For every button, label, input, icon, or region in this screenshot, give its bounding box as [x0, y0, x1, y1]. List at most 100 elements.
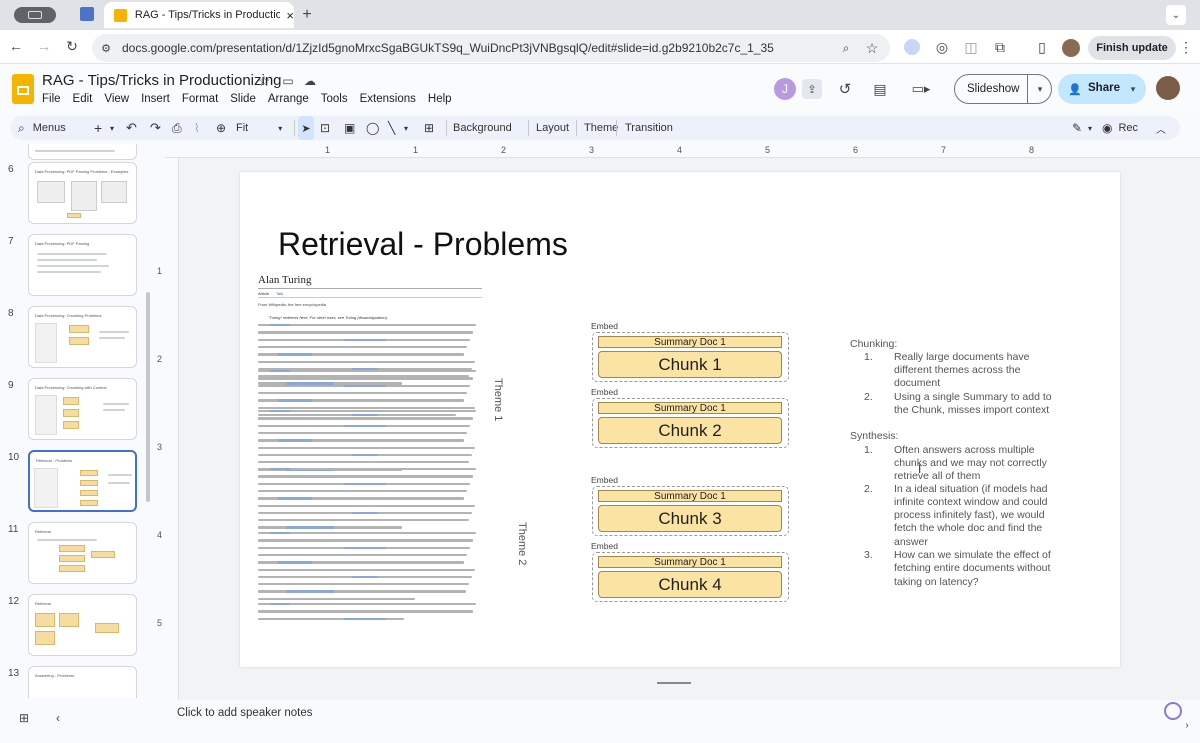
share-button[interactable]: Share	[1088, 82, 1120, 94]
cloud-status-icon[interactable]: ☁	[302, 73, 318, 89]
account-avatar[interactable]	[1156, 76, 1180, 100]
comments-icon[interactable]: ▤	[870, 79, 890, 99]
move-folder-icon[interactable]: ▭	[280, 73, 296, 89]
wiki-text-line	[258, 553, 467, 557]
textbox-icon[interactable]: ⊡	[320, 116, 330, 140]
rec-button[interactable]: ◉ Rec	[1102, 116, 1138, 140]
slide-thumb-13[interactable]: Answering - Problems	[28, 666, 137, 698]
extension2-icon[interactable]: ◎	[934, 39, 950, 55]
doc-title[interactable]: RAG - Tips/Tricks in Productionizing	[42, 72, 282, 89]
profile-switcher-icon[interactable]	[14, 7, 56, 23]
ruler-h-label: 3	[589, 145, 595, 155]
menu-slide[interactable]: Slide	[230, 93, 256, 105]
slide-thumb-7[interactable]: Data Processing: PDF Parsing	[28, 234, 137, 296]
wiki-text-line	[258, 597, 415, 601]
theme-button[interactable]: Theme	[584, 116, 618, 140]
url-field[interactable]: ⚙ docs.google.com/presentation/d/1ZjzId5…	[92, 34, 890, 62]
notes-resize-handle[interactable]	[657, 682, 691, 684]
image-icon[interactable]: ▣	[344, 116, 355, 140]
chunk-group-3[interactable]: Summary Doc 1 Chunk 3	[592, 486, 789, 536]
meet-icon[interactable]: ▭▸	[906, 79, 936, 99]
chunk-box: Chunk 1	[598, 351, 782, 378]
side-panel-icon[interactable]: ▯	[1034, 39, 1050, 55]
present-to-meet-icon[interactable]: ⇪	[802, 79, 822, 99]
zoom-select[interactable]: Fit ▾	[236, 116, 282, 140]
tab-favicon-icon[interactable]	[80, 7, 94, 21]
new-slide-dropdown-icon[interactable]: ▾	[110, 116, 114, 140]
paint-format-icon[interactable]: ⌇	[194, 116, 200, 140]
chunk-group-2[interactable]: Summary Doc 1 Chunk 2	[592, 398, 789, 448]
back-icon[interactable]: ←	[8, 38, 24, 54]
bookmark-star-icon[interactable]: ☆	[864, 40, 880, 56]
reload-icon[interactable]: ↻	[64, 38, 80, 54]
shape-icon[interactable]: ◯	[366, 116, 379, 140]
chunking-item-2-line2: the Chunk, misses import context	[894, 404, 1050, 416]
pen-dropdown-icon[interactable]: ▾	[1088, 116, 1092, 140]
embed-label: Embed	[591, 475, 618, 485]
menu-help[interactable]: Help	[428, 93, 452, 105]
zoom-icon[interactable]: ⌕	[838, 40, 854, 56]
menu-format[interactable]: Format	[182, 93, 218, 105]
chunk-box: Chunk 3	[598, 505, 782, 532]
new-tab-icon[interactable]: +	[298, 6, 316, 24]
collapse-filmstrip-icon[interactable]: ‹	[50, 710, 66, 726]
share-dropdown-icon[interactable]: ▾	[1126, 82, 1140, 96]
slide-thumb-10-selected[interactable]: Retrieval - Problems	[28, 450, 137, 512]
browser-menu-icon[interactable]: ⋮	[1179, 38, 1193, 56]
expand-side-panel-icon[interactable]: ›	[1180, 718, 1194, 732]
synthesis-item-2-line1: In a ideal situation (if models had	[894, 483, 1048, 495]
slide-thumb-5[interactable]	[28, 144, 137, 160]
slides-logo-icon[interactable]	[12, 74, 34, 104]
new-slide-icon[interactable]: +	[94, 116, 102, 140]
search-menus[interactable]: ⌕ Menus	[18, 116, 66, 140]
extension3-icon[interactable]: ◫	[963, 39, 979, 55]
comment-add-icon[interactable]: ⊞	[424, 116, 434, 140]
menu-view[interactable]: View	[104, 93, 129, 105]
extensions-puzzle-icon[interactable]: ⧉	[992, 39, 1008, 55]
browser-avatar[interactable]	[1062, 39, 1080, 57]
forward-icon[interactable]: →	[36, 38, 52, 54]
slide-title[interactable]: Retrieval - Problems	[278, 226, 568, 263]
background-button[interactable]: Background	[453, 116, 512, 140]
pen-icon[interactable]: ✎	[1072, 116, 1082, 140]
slide-thumb-11[interactable]: Retrieval	[28, 522, 137, 584]
slideshow-dropdown-icon[interactable]: ▾	[1033, 82, 1047, 96]
star-icon[interactable]: ☆	[256, 73, 272, 89]
zoom-icon[interactable]: ⊕	[216, 116, 226, 140]
chunk-group-4[interactable]: Summary Doc 1 Chunk 4	[592, 552, 789, 602]
slide-thumb-8[interactable]: Data Processing: Chunking Problems	[28, 306, 137, 368]
collapse-toolbar-icon[interactable]: ︿	[1156, 116, 1166, 140]
browser-tab-active[interactable]: RAG - Tips/Tricks in Productio ×	[104, 2, 294, 28]
menu-insert[interactable]: Insert	[141, 93, 170, 105]
print-icon[interactable]: ⎙	[172, 116, 182, 140]
speaker-notes[interactable]: Click to add speaker notes	[165, 700, 1200, 743]
divider	[294, 120, 295, 136]
line-icon[interactable]: ╲	[388, 116, 395, 140]
slide-thumb-6[interactable]: Data Processing: PDF Parsing Problems - …	[28, 162, 137, 224]
collaborator-avatar[interactable]: J	[774, 78, 796, 100]
close-tab-icon[interactable]: ×	[286, 8, 294, 23]
menu-file[interactable]: File	[42, 93, 61, 105]
filmstrip-scrollbar[interactable]	[146, 292, 150, 502]
slide-thumb-9[interactable]: Data Processing: Chunking with Context	[28, 378, 137, 440]
grid-view-icon[interactable]: ⊞	[16, 710, 32, 726]
slide-thumb-12[interactable]: Retrieval	[28, 594, 137, 656]
divider	[258, 297, 482, 298]
redo-icon[interactable]: ↷	[150, 116, 161, 140]
menu-extensions[interactable]: Extensions	[360, 93, 416, 105]
extension-icon[interactable]	[904, 39, 920, 55]
select-cursor-icon[interactable]: ➤	[298, 116, 314, 140]
version-history-icon[interactable]: ↺	[835, 79, 855, 99]
layout-button[interactable]: Layout	[536, 116, 569, 140]
menu-edit[interactable]: Edit	[73, 93, 93, 105]
menu-tools[interactable]: Tools	[321, 93, 348, 105]
tab-search-icon[interactable]: ⌄	[1166, 5, 1186, 25]
line-dropdown-icon[interactable]: ▾	[404, 116, 408, 140]
menu-arrange[interactable]: Arrange	[268, 93, 309, 105]
slideshow-button[interactable]: Slideshow	[967, 83, 1019, 95]
undo-icon[interactable]: ↶	[126, 116, 137, 140]
finish-update-button[interactable]: Finish update	[1088, 36, 1176, 60]
transition-button[interactable]: Transition	[625, 116, 673, 140]
chunk-group-1[interactable]: Summary Doc 1 Chunk 1	[592, 332, 789, 382]
site-info-icon[interactable]: ⚙	[98, 40, 114, 56]
